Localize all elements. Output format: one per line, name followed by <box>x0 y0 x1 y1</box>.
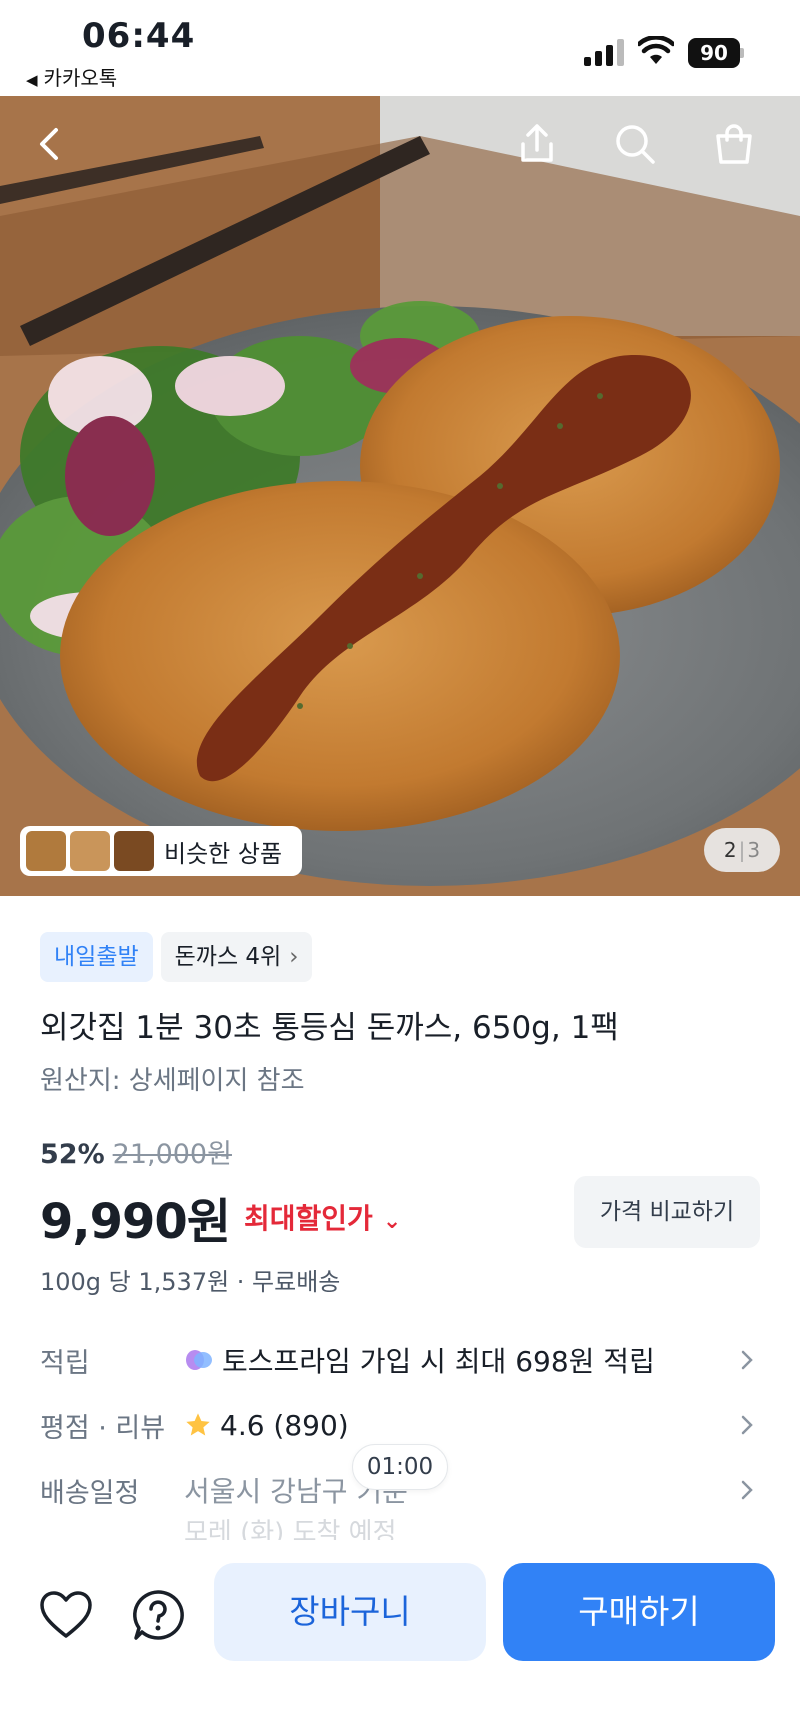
delivery-badge: 내일출발 <box>40 932 153 982</box>
product-origin: 원산지: 상세페이지 참조 <box>40 1066 305 1096</box>
original-price: 21,000원 <box>112 1139 232 1170</box>
similar-thumb-3 <box>114 831 154 871</box>
cart-button[interactable] <box>706 116 762 172</box>
heart-icon[interactable] <box>38 1588 94 1644</box>
add-to-cart-button[interactable]: 장바구니 <box>214 1563 486 1661</box>
price-row: 9,990원 최대할인가 ⌄ <box>40 1182 401 1252</box>
share-icon <box>521 124 553 162</box>
bottom-action-bar: 장바구니 구매하기 <box>0 1540 800 1731</box>
sale-price: 9,990원 <box>40 1194 231 1250</box>
similar-thumb-1 <box>26 831 66 871</box>
page-current: 2 <box>723 838 737 862</box>
rank-label: 돈까스 4위 <box>174 944 282 970</box>
lowest-price-label: 최대할인가 <box>244 1202 373 1235</box>
battery-icon: 90 <box>688 38 744 68</box>
status-bar: 06:44 ◀ 카카오톡 90 <box>0 0 800 96</box>
chevron-down-icon: ⌄ <box>382 1209 402 1234</box>
back-app-label: 카카오톡 <box>43 66 118 90</box>
search-icon <box>616 125 655 164</box>
rating-label: 평점 · 리뷰 <box>40 1412 166 1444</box>
product-title: 외갓집 1분 30초 통등심 돈까스, 650g, 1팩 <box>40 1010 619 1046</box>
cellular-signal-icon <box>584 38 626 66</box>
points-label: 적립 <box>40 1347 90 1379</box>
search-button[interactable] <box>607 116 663 172</box>
rating-value: 4.6 (890) <box>220 1408 349 1442</box>
chevron-right-icon <box>741 1350 753 1370</box>
product-image-carousel[interactable]: 비슷한 상품 2 | 3 <box>0 96 800 896</box>
back-button[interactable] <box>22 116 78 172</box>
points-row[interactable]: 적립 토스프라임 가입 시 최대 698원 적립 <box>40 1335 760 1385</box>
similar-products-button[interactable]: 비슷한 상품 <box>20 826 302 876</box>
points-value: 토스프라임 가입 시 최대 698원 적립 <box>222 1345 655 1378</box>
unit-price-shipping: 100g 당 1,537원 · 무료배송 <box>40 1268 341 1296</box>
star-icon <box>186 1413 210 1436</box>
shopping-bag-icon <box>716 124 752 164</box>
battery-level: 90 <box>688 38 740 68</box>
timer-badge: 01:00 <box>352 1444 448 1490</box>
price-compare-button[interactable]: 가격 비교하기 <box>574 1176 760 1248</box>
back-to-app-link[interactable]: ◀ 카카오톡 <box>26 62 117 91</box>
chevron-right-icon: › <box>289 944 299 970</box>
category-rank-badge[interactable]: 돈까스 4위 › <box>160 932 313 982</box>
shipping-label: 배송일정 <box>40 1477 140 1509</box>
discount-row: 52% 21,000원 <box>40 1132 232 1171</box>
discount-percent: 52% <box>40 1139 105 1170</box>
chevron-right-icon <box>741 1415 753 1435</box>
back-arrow-icon <box>40 128 58 160</box>
status-time: 06:44 <box>82 16 196 56</box>
similar-thumb-2 <box>70 831 110 871</box>
buy-now-button[interactable]: 구매하기 <box>503 1563 775 1661</box>
page-total: 3 <box>747 838 761 862</box>
similar-products-label: 비슷한 상품 <box>164 839 283 868</box>
image-page-indicator: 2 | 3 <box>704 828 780 872</box>
back-triangle-icon: ◀ <box>26 71 38 89</box>
chevron-right-icon <box>741 1480 753 1500</box>
question-icon[interactable] <box>130 1588 186 1644</box>
product-badges: 내일출발 돈까스 4위 › <box>40 932 313 982</box>
wifi-icon <box>638 36 674 64</box>
product-photo <box>0 96 800 896</box>
rating-row[interactable]: 평점 · 리뷰 4.6 (890) <box>40 1400 760 1450</box>
toss-prime-icon <box>186 1350 212 1370</box>
lowest-price-toggle[interactable]: 최대할인가 ⌄ <box>244 1197 401 1237</box>
share-button[interactable] <box>509 116 565 172</box>
